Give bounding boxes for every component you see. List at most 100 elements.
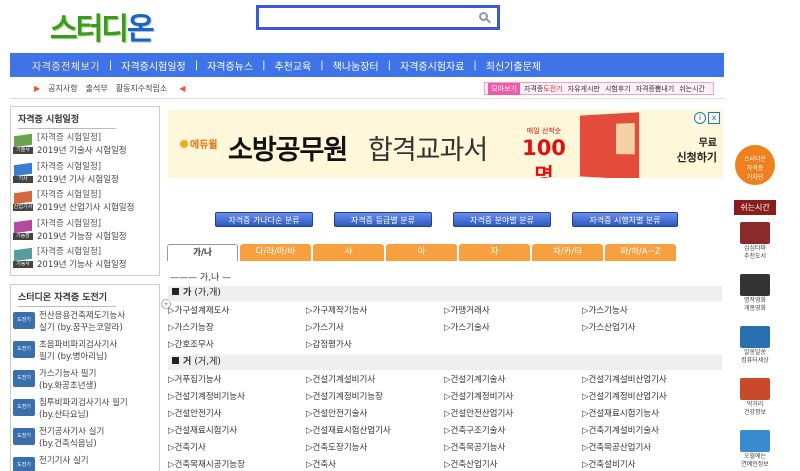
cert-link[interactable]: ▷건설기계정비기사	[444, 389, 582, 406]
thumbnail-icon	[740, 430, 770, 452]
subnav-attendance[interactable]: 출석부	[86, 83, 108, 94]
cert-link[interactable]: ▷건축사	[306, 457, 444, 471]
category-alpha-button[interactable]: 자격증 가나다순 분류	[215, 212, 313, 227]
cert-link[interactable]: ▷건축구조기술사	[444, 423, 582, 440]
cert-link[interactable]: ▷건설기계설비산업기사	[582, 372, 720, 389]
tab-sa[interactable]: 사	[313, 244, 384, 261]
cert-link[interactable]: ▷건설기계정비산업기사	[582, 389, 720, 406]
ad-cta-button[interactable]: 무료 신청하기	[677, 134, 717, 165]
tab-da-ra-ma-ba[interactable]: 다/라/마/바	[240, 244, 311, 261]
cert-link[interactable]: ▷가맹거래사	[444, 303, 582, 320]
cert-link[interactable]: ▷가스기사	[306, 320, 444, 337]
schedule-item-text: [자격증 시험일정] 2019년 기능사 시험일정	[37, 247, 127, 270]
cert-row: ▷건설안전기사 ▷건설안전기술사 ▷건설안전산업기사 ▷건설재료시험기능사	[168, 406, 722, 423]
category-level-button[interactable]: 자격증 등급별 분류	[334, 212, 432, 227]
quick-link-showoff[interactable]: 자격증뽐내기	[636, 84, 675, 94]
tab-pa-ha-az[interactable]: 파/하/A~Z	[605, 244, 676, 261]
schedule-item-text: [자격증 시험일정] 2019년 기사 시험일정	[37, 161, 119, 185]
search-icon[interactable]	[479, 12, 488, 21]
tab-a[interactable]: 아	[386, 244, 457, 261]
brand-dot-icon	[180, 140, 188, 148]
close-icon[interactable]: x	[708, 112, 720, 124]
cert-link[interactable]: ▷가구설계제도사	[168, 303, 306, 320]
quick-link-free-board[interactable]: 자유게시판	[568, 84, 600, 94]
break-time-item[interactable]: 오월에는 연예인정보	[737, 430, 773, 470]
cert-link[interactable]: ▷거푸집기능사	[168, 372, 306, 389]
challenge-item[interactable]: 도전기 전산응용건축제도기능사 실기 (by.꿈꾸는코알라)	[11, 310, 159, 339]
cert-link[interactable]: ▷건설기계정비기능사	[168, 389, 306, 406]
nav-recommended-edu[interactable]: 추천교육	[274, 58, 311, 73]
cert-link[interactable]: ▷건설재료시험기능사	[582, 406, 720, 423]
cert-link[interactable]: ▷가스기능장	[168, 320, 306, 337]
nav-exam-schedule[interactable]: 자격증시험일정	[121, 58, 185, 73]
quick-link-challenge[interactable]: 자격증도전기	[524, 84, 563, 94]
cert-link[interactable]: ▷건축기계설비기술사	[582, 423, 720, 440]
tab-ga-na[interactable]: 가/나	[167, 244, 238, 261]
challenge-item[interactable]: 도전기 가스기능사 필기 (by.화공초년생)	[11, 368, 159, 397]
cert-link[interactable]: ▷건축기사	[168, 440, 306, 457]
book-icon: 기사	[13, 162, 33, 183]
challenge-item[interactable]: 도전기 침투비파괴검사기사 필기 (by.산타요님)	[11, 397, 159, 426]
cert-link[interactable]: ▷건축목재시공기능장	[168, 457, 306, 471]
challenge-item-text: 침투비파괴검사기사 필기 (by.산타요님)	[39, 398, 128, 420]
challenge-item[interactable]: 도전기 전기기사 실기	[11, 455, 159, 471]
schedule-item[interactable]: 기사 [자격증 시험일정] 2019년 기사 시험일정	[11, 161, 159, 190]
cert-link	[444, 337, 582, 354]
book-image	[579, 112, 640, 178]
quick-link-break[interactable]: 쉬는시간	[679, 84, 705, 94]
cert-link[interactable]: ▷건설재료시험기사	[168, 423, 306, 440]
nav-latest-exams[interactable]: 최신기출문제	[486, 58, 541, 73]
cert-link[interactable]: ▷건설안전기술사	[306, 406, 444, 423]
subnav-notice[interactable]: 공지사항	[48, 83, 77, 94]
cert-link[interactable]: ▷가구제작기능사	[306, 303, 444, 320]
nav-book-market[interactable]: 책나눔장터	[333, 58, 379, 73]
arrow-right-icon: ▶	[34, 84, 41, 93]
cert-link[interactable]: ▷건설안전기사	[168, 406, 306, 423]
challenge-thumb-icon: 도전기	[13, 399, 35, 416]
tab-cha-ka-ta[interactable]: 차/카/타	[532, 244, 603, 261]
subnav-activity-points[interactable]: 활동지수적립소	[116, 83, 168, 94]
cert-link[interactable]: ▷건축도장기능사	[306, 440, 444, 457]
ad-headline-bold: 소방공무원	[228, 135, 348, 166]
schedule-item[interactable]: 기술사 [자격증 시험일정] 2019년 기술사 시험일정	[11, 132, 159, 161]
schedule-item[interactable]: 기능장 [자격증 시험일정] 2019년 기능장 시험일정	[11, 218, 159, 247]
cert-link[interactable]: ▷가스기술사	[444, 320, 582, 337]
cert-link[interactable]: ▷가스산업기사	[582, 320, 720, 337]
tab-ja[interactable]: 자	[459, 244, 530, 261]
cert-link[interactable]: ▷간호조무사	[168, 337, 306, 354]
cert-link[interactable]: ▷건축설비기사	[582, 457, 720, 471]
cert-link[interactable]: ▷감정평가사	[306, 337, 444, 354]
book-icon: 기술사	[13, 133, 33, 154]
cert-link[interactable]: ▷건축목공산업기사	[582, 440, 720, 457]
cert-link[interactable]: ▷건축산업기사	[444, 457, 582, 471]
category-field-button[interactable]: 자격증 분야별 분류	[453, 212, 551, 227]
nav-cert-news[interactable]: 자격증뉴스	[207, 58, 253, 73]
info-icon[interactable]: i	[694, 112, 706, 124]
cert-link[interactable]: ▷건설기계설비기사	[306, 372, 444, 389]
break-time-item[interactable]: 먹거리 건강정보	[737, 378, 773, 418]
cert-link[interactable]: ▷건축목공기능사	[444, 440, 582, 457]
cert-link[interactable]: ▷건설안전산업기사	[444, 406, 582, 423]
break-time-item[interactable]: 알쏭달쏭 컴퓨터세상	[737, 326, 773, 366]
challenge-item[interactable]: 도전기 전기공사기사 실기 (by.건축식음님)	[11, 426, 159, 455]
cert-link[interactable]: ▷건설기계정비기능장	[306, 389, 444, 406]
nav-all-certs[interactable]: 자격증전체보기	[32, 58, 100, 73]
cert-row: ▷건설재료시험기사 ▷건설재료시험산업기사 ▷건축구조기술사 ▷건축기계설비기술사	[168, 423, 722, 440]
category-agency-button[interactable]: 자격증 시행처별 분류	[572, 212, 678, 227]
break-time-item[interactable]: 심심타파 추천도서	[737, 222, 773, 262]
nav-exam-materials[interactable]: 자격증시험자료	[400, 58, 464, 73]
challenge-item[interactable]: 도전기 초음파비파괴검사기사 필기 (by.병아리님)	[11, 339, 159, 368]
cert-link[interactable]: ▷가스기능사	[582, 303, 720, 320]
logo-text: 스터디온	[50, 12, 154, 47]
ad-banner[interactable]: 에듀윌 소방공무원 합격교과서 매일 선착순 100명 무료 신청하기 i x	[168, 110, 723, 178]
cert-link[interactable]: ▷건설재료시험산업기사	[306, 423, 444, 440]
schedule-item[interactable]: 산업기사 [자격증 시험일정] 2019년 산업기사 시험일정	[11, 189, 159, 218]
break-time-item[interactable]: 명작영화 개봉영화	[737, 274, 773, 314]
quick-link-reviews[interactable]: 시험후기	[605, 84, 631, 94]
reporter-recruit-badge[interactable]: 스터디온 자격증 기자단	[735, 145, 775, 185]
search-input[interactable]	[263, 10, 463, 30]
schedule-item[interactable]: 기능사 [자격증 시험일정] 2019년 기능사 시험일정	[11, 246, 159, 275]
thumbnail-icon	[740, 326, 770, 348]
cert-link[interactable]: ▷건설기계기술사	[444, 372, 582, 389]
site-logo[interactable]: 스터디온	[50, 4, 185, 48]
